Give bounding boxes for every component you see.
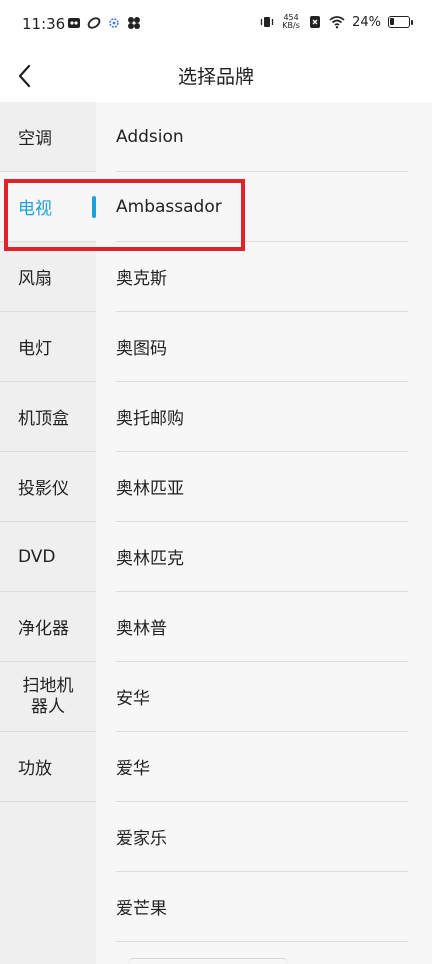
brand-item[interactable]: 爱家乐 bbox=[116, 802, 408, 872]
category-sidebar: 空调 电视 风扇 电灯 机顶盒 投影仪 DVD 净化器 扫地机 器人 功放 bbox=[0, 102, 96, 964]
network-speed-unit: KB/s bbox=[282, 21, 300, 30]
leaf-notification-icon bbox=[87, 17, 101, 29]
wifi-icon bbox=[329, 16, 345, 29]
brand-item[interactable]: Addsion bbox=[116, 102, 408, 172]
page-title: 选择品牌 bbox=[177, 66, 254, 88]
category-label: 扫地机 器人 bbox=[23, 676, 74, 718]
category-label: 电视 bbox=[18, 199, 52, 219]
brand-item[interactable]: 奥克斯 bbox=[116, 242, 408, 312]
category-item-amplifier[interactable]: 功放 bbox=[0, 732, 96, 802]
brand-item[interactable]: 爱华 bbox=[116, 732, 408, 802]
category-label: 电灯 bbox=[18, 339, 52, 359]
brand-item[interactable]: 奥林匹克 bbox=[116, 522, 408, 592]
brand-item[interactable]: 奥林普 bbox=[116, 592, 408, 662]
status-right: 454 KB/s 24% bbox=[260, 14, 413, 30]
category-item-projector[interactable]: 投影仪 bbox=[0, 452, 96, 522]
notification-icons bbox=[67, 16, 141, 30]
category-label: 机顶盒 bbox=[18, 409, 69, 429]
category-item-purifier[interactable]: 净化器 bbox=[0, 592, 96, 662]
app-notification-icon bbox=[68, 18, 80, 28]
brand-item[interactable]: Ambassador bbox=[116, 172, 408, 242]
category-item-light[interactable]: 电灯 bbox=[0, 312, 96, 382]
category-label: 空调 bbox=[18, 129, 52, 149]
no-sim-icon bbox=[310, 16, 321, 28]
category-label: 投影仪 bbox=[18, 479, 69, 499]
brand-item[interactable]: 奥图码 bbox=[116, 312, 408, 382]
gear-notification-icon bbox=[109, 18, 119, 28]
category-item-tv[interactable]: 电视 bbox=[0, 172, 96, 242]
brand-item[interactable]: 奥林匹亚 bbox=[116, 452, 408, 522]
status-bar: 11:36 454 KB/s 24% bbox=[0, 0, 432, 52]
status-time: 11:36 bbox=[22, 15, 66, 33]
category-item-aircon[interactable]: 空调 bbox=[0, 102, 96, 172]
category-label: DVD bbox=[18, 546, 56, 567]
brand-list: Addsion Ambassador 奥克斯 奥图码 奥托邮购 奥林匹亚 奥林匹… bbox=[96, 102, 432, 964]
category-label-line: 扫地机 bbox=[22, 675, 74, 696]
category-item-settop-box[interactable]: 机顶盒 bbox=[0, 382, 96, 452]
header: 选择品牌 bbox=[0, 52, 432, 102]
fan-notification-icon bbox=[128, 17, 140, 29]
category-item-fan[interactable]: 风扇 bbox=[0, 242, 96, 312]
vibrate-icon bbox=[260, 17, 274, 27]
category-item-dvd[interactable]: DVD bbox=[0, 522, 96, 592]
category-item-robot-vacuum[interactable]: 扫地机 器人 bbox=[0, 662, 96, 732]
category-label: 功放 bbox=[18, 759, 52, 779]
category-label-line: 器人 bbox=[31, 696, 65, 717]
battery-percent: 24% bbox=[352, 14, 381, 30]
category-label: 风扇 bbox=[18, 269, 52, 289]
network-speed: 454 KB/s bbox=[281, 14, 301, 30]
brand-item[interactable]: 奥托邮购 bbox=[116, 382, 408, 452]
brand-item[interactable]: 安华 bbox=[116, 662, 408, 732]
battery-icon bbox=[388, 16, 413, 28]
category-label: 净化器 bbox=[18, 619, 69, 639]
scroll-hint bbox=[128, 958, 288, 964]
brand-item[interactable]: 爱芒果 bbox=[116, 872, 408, 942]
